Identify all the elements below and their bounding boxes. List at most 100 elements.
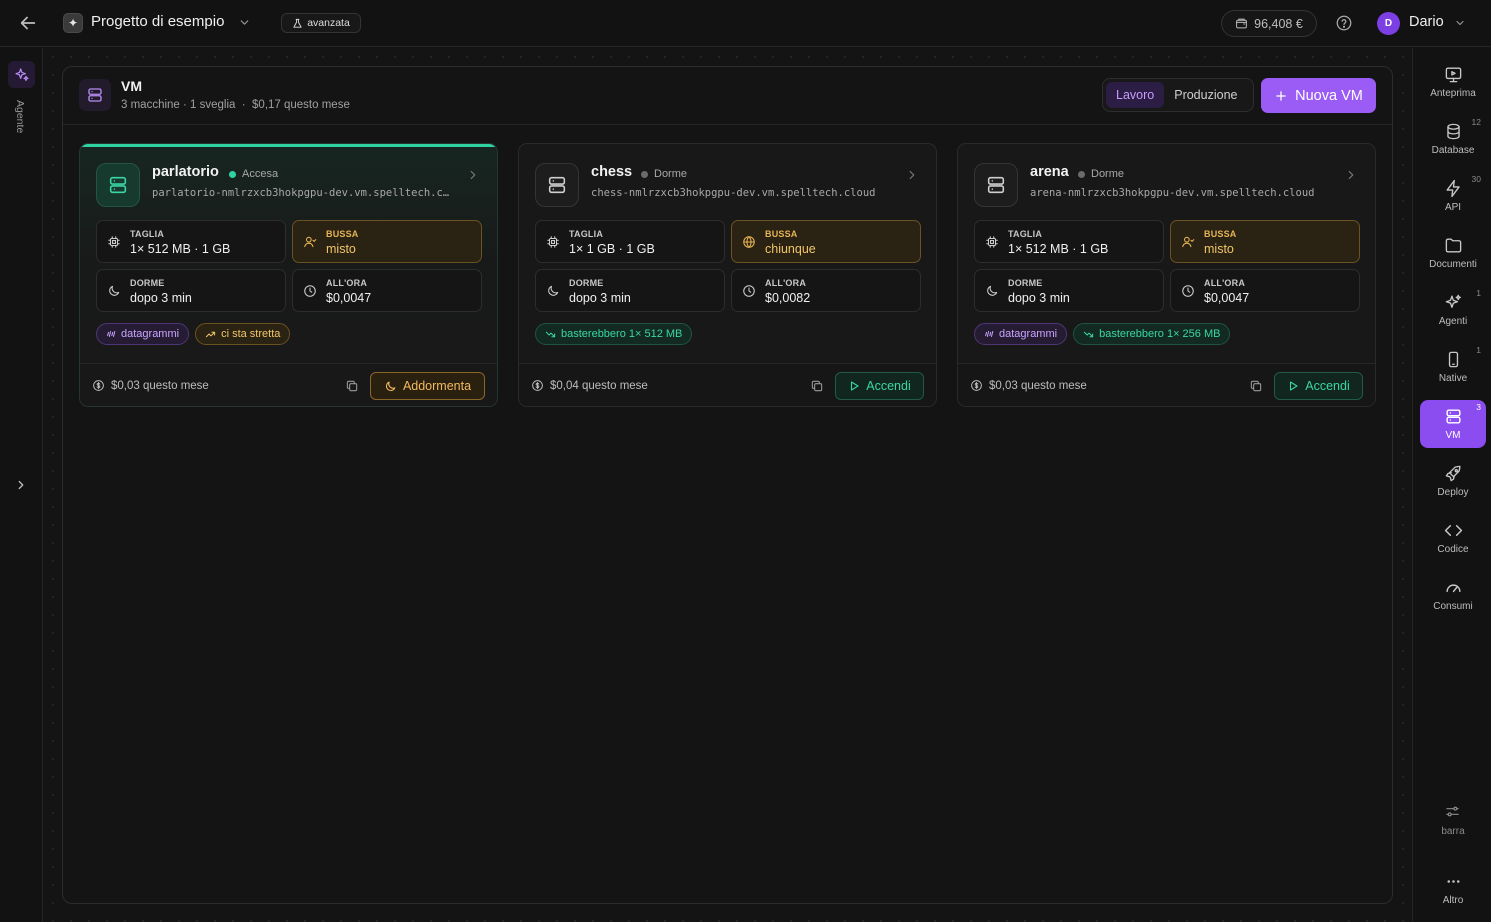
new-vm-label: Nuova VM <box>1295 87 1363 104</box>
chevron-right-icon[interactable] <box>14 478 28 492</box>
start-button[interactable]: Accendi <box>1274 372 1363 400</box>
monthly-cost-label: $0,03 questo mese <box>111 379 209 392</box>
bolt-icon <box>1444 179 1463 198</box>
nav-item-vm[interactable]: VM 3 <box>1420 400 1486 448</box>
sleep-button[interactable]: Addormenta <box>370 372 485 400</box>
nav-item-database[interactable]: Database 12 <box>1420 115 1486 163</box>
help-icon[interactable] <box>1335 14 1353 32</box>
play-icon <box>1287 380 1299 392</box>
rate-tile: ALL'ORA $0,0047 <box>1170 269 1360 312</box>
tile-value: 1× 512 MB · 1 GB <box>1008 242 1109 256</box>
nav-label: Deploy <box>1437 487 1469 498</box>
monthly-cost: $0,03 questo mese <box>92 379 209 392</box>
back-arrow-icon[interactable] <box>17 12 39 34</box>
rocket-icon <box>1444 464 1463 483</box>
vm-status: Dorme <box>1078 168 1124 180</box>
env-option-produzione[interactable]: Produzione <box>1164 82 1247 108</box>
tile-label: BUSSA <box>765 229 798 239</box>
tile-value: chiunque <box>765 242 816 256</box>
vm-card-arena[interactable]: arena Dorme arena-nmlrzxcb3hokpgpu-dev.v… <box>957 143 1376 407</box>
chevron-down-icon[interactable] <box>1454 17 1466 29</box>
dollar-icon <box>531 379 544 392</box>
tile-label: ALL'ORA <box>326 278 368 288</box>
nav-count: 3 <box>1476 402 1481 412</box>
copy-icon[interactable] <box>810 379 824 393</box>
nav-item-documenti[interactable]: Documenti <box>1420 229 1486 277</box>
nav-count: 1 <box>1476 288 1481 298</box>
size-tile: TAGLIA 1× 1 GB · 1 GB <box>535 220 725 263</box>
nav-label: API <box>1444 202 1462 213</box>
page-title: VM <box>121 78 142 94</box>
knock-tile[interactable]: BUSSA chiunque <box>731 220 921 263</box>
new-vm-button[interactable]: Nuova VM <box>1261 78 1376 113</box>
status-dot <box>641 170 648 178</box>
vm-name: arena <box>1030 164 1069 180</box>
server-icon <box>1444 407 1463 426</box>
project-name[interactable]: Progetto di esempio <box>91 13 224 30</box>
nav-item-codice[interactable]: Codice <box>1420 514 1486 562</box>
tile-value: $0,0047 <box>1204 291 1250 305</box>
nav-item-consumi[interactable]: Consumi <box>1420 571 1486 619</box>
server-icon <box>96 163 140 207</box>
nav-label: barra <box>1441 826 1465 837</box>
tag-label: datagrammi <box>999 328 1058 340</box>
agent-label[interactable]: Agente <box>14 100 26 133</box>
chevron-right-icon[interactable] <box>466 168 480 182</box>
mode-badge[interactable]: avanzata <box>281 13 361 33</box>
credit-amount: 96,408 € <box>1254 16 1303 31</box>
env-option-lavoro[interactable]: Lavoro <box>1106 82 1165 108</box>
tag-datagrammi: datagrammi <box>96 323 190 345</box>
avatar[interactable]: D <box>1377 12 1400 35</box>
nav-item-barra[interactable]: barra <box>1420 796 1486 844</box>
chevron-right-icon[interactable] <box>1344 168 1358 182</box>
tag-label: datagrammi <box>121 328 180 340</box>
sleep-button-label: Addormenta <box>402 379 472 393</box>
trend-up-icon <box>205 329 216 340</box>
vm-tags: basterebbero 1× 512 MB <box>535 323 693 345</box>
vm-card-parlatorio[interactable]: parlatorio Accesa parlatorio-nmlrzxcb3ho… <box>79 143 498 407</box>
running-indicator <box>80 144 497 147</box>
tile-value: dopo 3 min <box>569 291 631 305</box>
top-bar: ✦ Progetto di esempio avanzata 96,408 € … <box>0 0 1491 47</box>
right-rail: Anteprima Database 12 API 30 Documenti A… <box>1412 48 1491 922</box>
project-logo-icon[interactable]: ✦ <box>63 13 83 33</box>
start-button-label: Accendi <box>1305 379 1350 393</box>
size-tile: TAGLIA 1× 512 MB · 1 GB <box>974 220 1164 263</box>
knock-tile[interactable]: BUSSA misto <box>1170 220 1360 263</box>
nav-item-api[interactable]: API 30 <box>1420 172 1486 220</box>
nav-item-native[interactable]: Native 1 <box>1420 343 1486 391</box>
credit-balance[interactable]: 96,408 € <box>1221 10 1317 37</box>
moon-icon <box>546 284 560 298</box>
copy-icon[interactable] <box>1249 379 1263 393</box>
start-button[interactable]: Accendi <box>835 372 924 400</box>
chevron-down-icon[interactable] <box>238 16 251 29</box>
vm-tags: datagrammi basterebbero 1× 256 MB <box>974 323 1231 345</box>
user-name[interactable]: Dario <box>1409 14 1444 30</box>
copy-icon[interactable] <box>345 379 359 393</box>
knock-tile[interactable]: BUSSA misto <box>292 220 482 263</box>
phone-icon <box>1444 350 1463 369</box>
nav-item-anteprima[interactable]: Anteprima <box>1420 58 1486 106</box>
status-dot <box>1078 170 1085 178</box>
tile-label: BUSSA <box>326 229 359 239</box>
agent-sparkle-icon[interactable] <box>8 61 35 88</box>
signal-icon <box>106 329 116 339</box>
nav-label: Documenti <box>1429 259 1477 270</box>
tile-label: TAGLIA <box>1008 229 1043 239</box>
chip-icon <box>107 235 121 249</box>
nav-item-deploy[interactable]: Deploy <box>1420 457 1486 505</box>
chip-icon <box>985 235 999 249</box>
globe-icon <box>742 235 756 249</box>
sliders-icon <box>1444 803 1463 822</box>
rate-tile: ALL'ORA $0,0082 <box>731 269 921 312</box>
nav-item-altro[interactable]: Altro <box>1420 865 1486 913</box>
chevron-right-icon[interactable] <box>905 168 919 182</box>
nav-label: Codice <box>1437 544 1469 555</box>
plus-icon <box>1274 89 1288 103</box>
user-icon <box>303 235 317 249</box>
database-icon <box>1444 122 1463 141</box>
vm-name: parlatorio <box>152 164 219 180</box>
size-tile: TAGLIA 1× 512 MB · 1 GB <box>96 220 286 263</box>
nav-item-agenti[interactable]: Agenti 1 <box>1420 286 1486 334</box>
vm-card-chess[interactable]: chess Dorme chess-nmlrzxcb3hokpgpu-dev.v… <box>518 143 937 407</box>
